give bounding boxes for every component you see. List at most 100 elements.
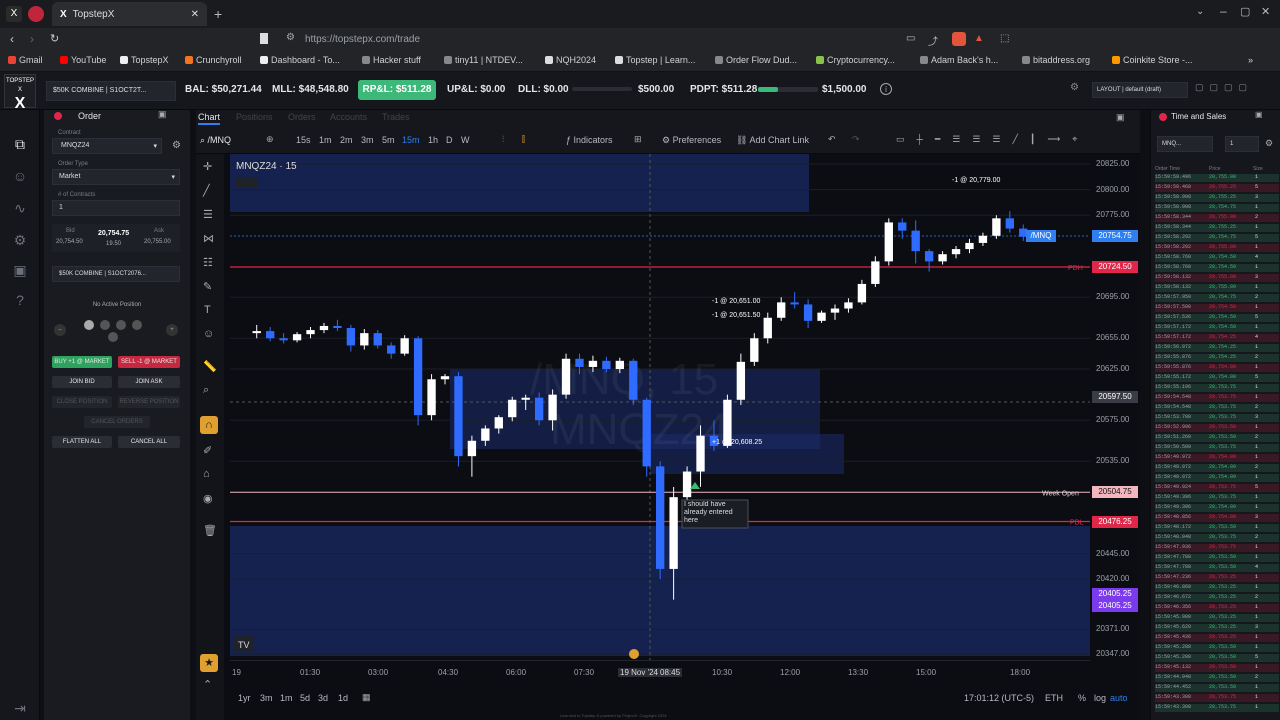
- timeframe-w[interactable]: W: [461, 135, 470, 145]
- browser-tab[interactable]: X TopstepX ✕: [52, 2, 207, 26]
- add-chart-link-button[interactable]: ⛓ Add Chart Link: [736, 135, 809, 146]
- pattern-icon[interactable]: ⋈: [203, 232, 214, 245]
- ruler-icon[interactable]: 📏: [203, 360, 217, 373]
- bookmark-gmail[interactable]: Gmail: [8, 55, 43, 65]
- tab-positions[interactable]: Positions: [236, 112, 273, 122]
- forward-icon[interactable]: ›: [30, 32, 34, 46]
- chevron-down-icon[interactable]: ⌄: [1196, 6, 1204, 17]
- bookmark-bitaddress[interactable]: bitaddress.org: [1022, 55, 1090, 65]
- new-tab-icon[interactable]: +: [214, 6, 222, 22]
- bookmark-adam-back[interactable]: Adam Back's h...: [920, 55, 998, 65]
- bookmark-coinkite[interactable]: Coinkite Store -...: [1112, 55, 1193, 65]
- layout-icon[interactable]: ⊞: [634, 134, 642, 145]
- order-type-select[interactable]: Market ▾: [52, 169, 180, 185]
- sell-market-button[interactable]: SELL -1 @ MARKET: [118, 356, 180, 368]
- range-1yr[interactable]: 1yr: [238, 693, 251, 703]
- contract-select[interactable]: MNQZ24 ▾: [52, 138, 162, 154]
- bookmark-cryptocurrency[interactable]: Cryptocurrency...: [816, 55, 895, 65]
- help-icon[interactable]: ?: [10, 290, 30, 310]
- undo-icon[interactable]: ↶: [828, 134, 836, 145]
- bookmark-crunchyroll[interactable]: Crunchyroll: [185, 55, 242, 65]
- timeframe-1h[interactable]: 1h: [428, 135, 438, 145]
- symbol-search[interactable]: ⌕ /MNQ: [200, 135, 231, 146]
- icons-icon[interactable]: ☺: [203, 328, 214, 340]
- refresh-icon[interactable]: ⚙: [1070, 82, 1079, 93]
- flatten-all-button[interactable]: FLATTEN ALL: [52, 436, 112, 448]
- magnet-icon[interactable]: ∩: [200, 416, 218, 434]
- time-axis[interactable]: 19 01:30 03:00 04:30 06:00 07:30 19 Nov '24 08:…: [230, 660, 1090, 686]
- zoom-icon[interactable]: ⌕: [203, 384, 209, 397]
- timeframe-2m[interactable]: 2m: [340, 135, 353, 145]
- range-3d[interactable]: 3d: [318, 693, 328, 703]
- account-select[interactable]: $50K COMBINE | S1OCT2T...: [46, 81, 176, 101]
- info-icon[interactable]: i: [880, 83, 892, 95]
- bookmark-order-flow[interactable]: Order Flow Dud...: [715, 55, 797, 65]
- timeframe-15s[interactable]: 15s: [296, 135, 311, 145]
- timeframe-d[interactable]: D: [446, 135, 453, 145]
- people-icon[interactable]: ☺: [10, 166, 30, 186]
- price-axis[interactable]: 20825.00 20800.00 20775.00 20724.50 20695.00…: [1090, 154, 1140, 660]
- fib-icon[interactable]: ☰: [203, 208, 213, 221]
- chart-type-icon[interactable]: ⫶: [502, 134, 504, 145]
- tab-chart[interactable]: Chart: [198, 112, 221, 125]
- compare-icon[interactable]: ⊕: [266, 134, 274, 145]
- projection-icon[interactable]: ☷: [203, 256, 213, 269]
- bookmark-topstepx[interactable]: TopstepX: [120, 55, 169, 65]
- redo-icon[interactable]: ↷: [852, 134, 860, 145]
- range-1m[interactable]: 1m: [280, 693, 293, 703]
- trash-icon[interactable]: 🗑: [203, 524, 217, 537]
- close-position-button[interactable]: CLOSE POSITION: [52, 396, 112, 408]
- range-1d[interactable]: 1d: [338, 693, 348, 703]
- range-5d[interactable]: 5d: [300, 693, 310, 703]
- reverse-position-button[interactable]: REVERSE POSITION: [118, 396, 180, 408]
- add-panel-icon[interactable]: ▣: [158, 109, 167, 120]
- auto-toggle[interactable]: auto: [1110, 693, 1128, 703]
- minimize-icon[interactable]: –: [1220, 4, 1227, 18]
- cancel-orders-button[interactable]: CANCEL ORDERS: [84, 416, 150, 428]
- collapse-icon[interactable]: ⌃: [203, 678, 212, 691]
- tab-close-icon[interactable]: ✕: [191, 9, 199, 20]
- log-toggle[interactable]: log: [1094, 693, 1106, 703]
- join-bid-button[interactable]: JOIN BID: [52, 376, 112, 388]
- brave-shield-icon[interactable]: [952, 32, 966, 46]
- more-bookmarks-icon[interactable]: »: [1248, 55, 1253, 65]
- tab-trades[interactable]: Trades: [382, 112, 410, 122]
- bookmark-icon[interactable]: [260, 33, 268, 44]
- note-annotation[interactable]: I should have already entered here: [681, 499, 749, 529]
- toolbar-icons[interactable]: ▢▢▢▢: [1195, 82, 1253, 93]
- timeframe-5m[interactable]: 5m: [382, 135, 395, 145]
- buy-market-button[interactable]: BUY +1 @ MARKET: [52, 356, 112, 368]
- settings-icon[interactable]: ⚙: [10, 230, 30, 250]
- timeframe-15m[interactable]: 15m: [402, 135, 420, 145]
- order-account-select[interactable]: $50K COMBINE | S1OCT2076...: [52, 266, 180, 282]
- browser-logo-icon[interactable]: X: [6, 6, 22, 22]
- extensions-icon[interactable]: ⬚: [1000, 33, 1009, 44]
- drawing-tools-icons[interactable]: ▭┼━☰☰☰╱┃⟶⌖: [896, 134, 1089, 145]
- favorites-icon[interactable]: ★: [200, 654, 218, 672]
- close-window-icon[interactable]: ✕: [1261, 5, 1270, 18]
- site-info-icon[interactable]: ⚙: [286, 32, 295, 43]
- record-icon[interactable]: [28, 6, 44, 22]
- rewards-icon[interactable]: ▲: [974, 33, 984, 44]
- analytics-icon[interactable]: ∿: [10, 198, 30, 218]
- maximize-icon[interactable]: ▢: [1240, 5, 1250, 18]
- add-panel-icon[interactable]: ▣: [1255, 110, 1263, 119]
- logout-icon[interactable]: ⇥: [10, 698, 30, 718]
- share-icon[interactable]: ⤴: [928, 33, 938, 48]
- session-toggle[interactable]: ETH: [1045, 693, 1063, 703]
- layout-select[interactable]: LAYOUT | default (draft): [1092, 82, 1188, 98]
- bookmark-nqh2024[interactable]: NQH2024: [545, 55, 596, 65]
- bookmark-tiny11[interactable]: tiny11 | NTDEV...: [444, 55, 523, 65]
- bookmark-dashboard[interactable]: Dashboard - To...: [260, 55, 340, 65]
- screenshot-icon[interactable]: ▭: [906, 33, 915, 44]
- pencil-lock-icon[interactable]: ✐: [203, 444, 212, 457]
- address-field[interactable]: https://topstepx.com/trade: [305, 34, 420, 45]
- join-ask-button[interactable]: JOIN ASK: [118, 376, 180, 388]
- qty-input[interactable]: 1: [52, 200, 180, 216]
- gear-icon[interactable]: ⚙: [172, 140, 181, 151]
- text-icon[interactable]: T: [204, 304, 211, 316]
- bookmark-hacker-stuff[interactable]: Hacker stuff: [362, 55, 421, 65]
- range-3m[interactable]: 3m: [260, 693, 273, 703]
- close-icon[interactable]: [1159, 113, 1167, 121]
- indicators-button[interactable]: ƒ Indicators: [566, 135, 613, 145]
